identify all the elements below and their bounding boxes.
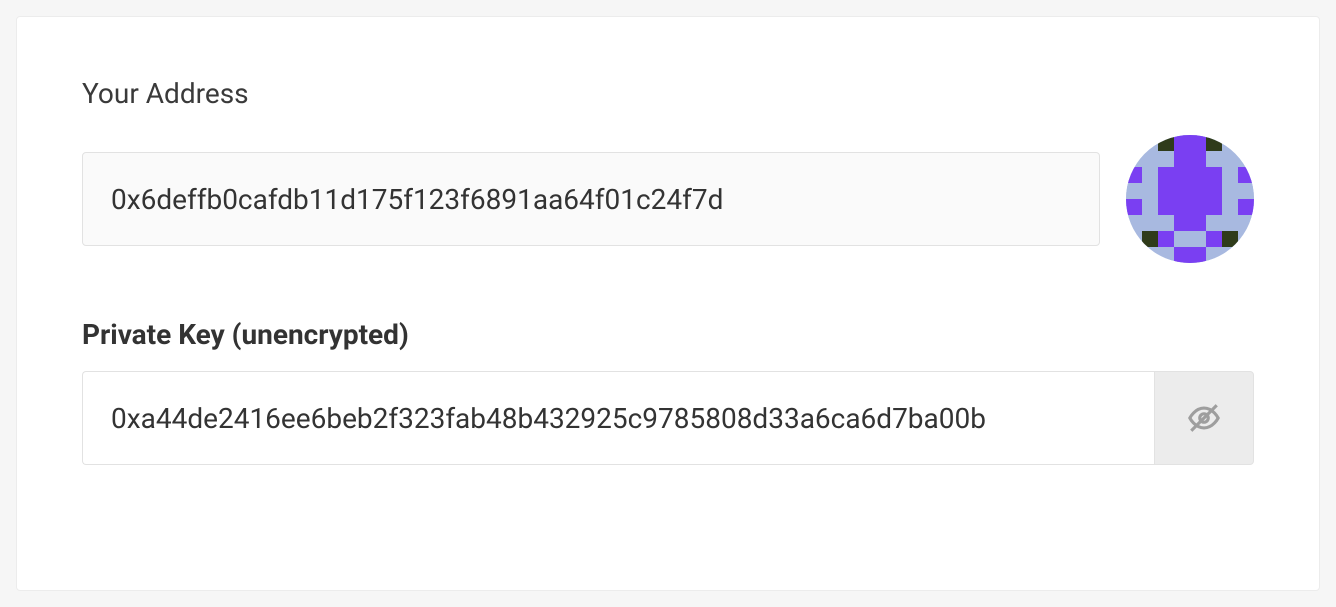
wallet-info-card: Your Address [16,16,1320,591]
address-row [82,135,1254,263]
identicon-svg [1126,135,1254,263]
address-identicon [1126,135,1254,263]
private-key-row [82,371,1254,465]
address-field-group: Your Address [82,77,1254,263]
address-label: Your Address [82,77,1254,110]
private-key-input[interactable] [82,371,1154,465]
eye-off-icon [1187,401,1221,435]
private-key-label: Private Key (unencrypted) [82,318,1254,351]
private-key-field-group: Private Key (unencrypted) [82,318,1254,465]
toggle-visibility-button[interactable] [1154,371,1254,465]
address-input[interactable] [82,152,1100,246]
